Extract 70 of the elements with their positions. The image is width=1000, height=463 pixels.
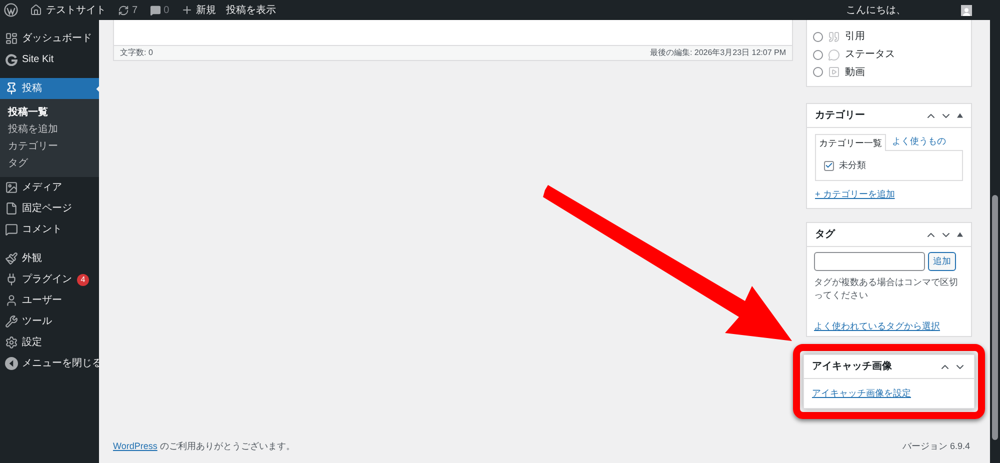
view-post-link[interactable]: 投稿を表示 <box>226 2 276 18</box>
tag-hint: タグが複数ある場合はコンマで区切ってください <box>814 276 959 302</box>
plug-icon <box>5 273 18 286</box>
new-link[interactable]: 新規 <box>196 2 216 18</box>
choose-tags-link[interactable]: よく使われているタグから選択 <box>814 320 964 334</box>
word-count: 文字数: 0 <box>120 47 153 59</box>
quote-icon <box>828 30 840 43</box>
format-label: 引用 <box>845 30 865 44</box>
collapse-toggle-icon[interactable] <box>957 232 963 237</box>
menu-item[interactable]: ユーザー <box>0 290 99 311</box>
radio-button[interactable] <box>813 67 823 78</box>
pin-icon <box>5 82 18 95</box>
menu-item[interactable]: メディア <box>0 177 99 198</box>
plus-icon[interactable] <box>181 4 194 16</box>
updates-count[interactable]: 7 <box>132 2 138 18</box>
footer-thanks: WordPress のご利用ありがとうございます。 <box>113 440 295 454</box>
menu-item[interactable]: Site Kit <box>0 49 99 70</box>
settings-icon <box>5 336 18 349</box>
submenu-item[interactable]: タグ <box>0 155 99 172</box>
count-badge: 4 <box>77 274 89 286</box>
wordpress-link[interactable]: WordPress <box>113 441 158 452</box>
category-tab[interactable]: よく使うもの <box>889 133 949 150</box>
home-icon[interactable] <box>30 4 42 16</box>
radio-button[interactable] <box>813 32 823 42</box>
menu-item[interactable]: 設定 <box>0 332 99 353</box>
chat-icon <box>828 48 840 60</box>
category-label: 未分類 <box>839 158 866 172</box>
submenu-item[interactable]: 投稿一覧 <box>0 104 99 121</box>
video-icon <box>828 66 840 78</box>
updates-icon[interactable] <box>118 4 129 16</box>
submenu-item[interactable]: 投稿を追加 <box>0 121 99 138</box>
tag-input[interactable] <box>814 252 925 271</box>
menu-item[interactable]: 固定ページ <box>0 198 99 219</box>
comment-icon <box>5 223 18 236</box>
menu-item[interactable]: 外観 <box>0 248 99 269</box>
menu-item[interactable]: ツール <box>0 311 99 332</box>
menu-item[interactable]: プラグイン 4 <box>0 269 99 290</box>
format-label: 動画 <box>845 66 865 80</box>
add-tag-button[interactable]: 追加 <box>928 252 956 271</box>
category-tab[interactable]: カテゴリー一覧 <box>815 134 886 151</box>
collapse-icon <box>5 357 18 370</box>
greeting-text: こんにちは、 <box>846 4 906 18</box>
wordpress-logo-icon[interactable] <box>4 3 18 17</box>
site-name-link[interactable]: テストサイト <box>46 2 106 18</box>
set-featured-image-link[interactable]: アイキャッチ画像を設定 <box>804 387 974 400</box>
avatar-icon[interactable] <box>961 4 972 16</box>
format-label: ステータス <box>845 48 895 62</box>
panel-title: アイキャッチ画像 <box>812 360 892 374</box>
brush-icon <box>5 252 18 265</box>
version-text: バージョン 6.9.4 <box>902 440 970 454</box>
comment-icon[interactable] <box>150 4 161 16</box>
comments-count[interactable]: 0 <box>164 2 170 18</box>
dashboard-icon <box>5 32 18 45</box>
checkbox[interactable] <box>824 160 834 170</box>
menu-item[interactable]: ダッシュボード <box>0 28 99 49</box>
add-category-link[interactable]: + カテゴリーを追加 <box>815 188 963 202</box>
wrench-icon <box>5 315 18 328</box>
menu-item[interactable]: コメント <box>0 219 99 240</box>
user-icon <box>5 294 18 307</box>
media-icon <box>5 181 18 194</box>
collapse-toggle-icon[interactable] <box>957 113 963 118</box>
scrollbar[interactable] <box>990 20 1000 463</box>
submenu-item[interactable]: カテゴリー <box>0 138 99 155</box>
panel-title: タグ <box>815 228 835 242</box>
last-edited: 最後の編集: 2026年3月23日 12:07 PM <box>650 47 786 59</box>
menu-item[interactable]: 投稿 <box>0 78 99 99</box>
page-icon <box>5 202 18 215</box>
radio-button[interactable] <box>813 50 823 60</box>
panel-title: カテゴリー <box>815 108 865 123</box>
g-logo-icon <box>5 53 18 66</box>
